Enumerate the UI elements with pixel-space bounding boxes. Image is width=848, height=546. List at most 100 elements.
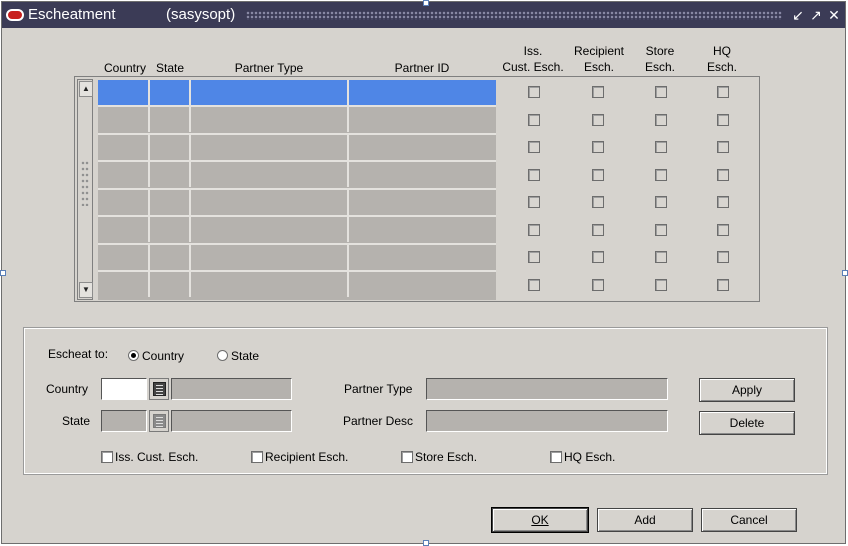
recipient-esch-checkbox[interactable] <box>251 451 263 463</box>
partner-desc-field[interactable] <box>426 410 668 432</box>
resize-handle-top[interactable] <box>423 0 429 6</box>
cell-country[interactable] <box>98 80 150 105</box>
delete-button[interactable]: Delete <box>699 411 795 435</box>
table-row[interactable] <box>98 217 496 242</box>
row-recipient-checkbox[interactable] <box>592 279 604 291</box>
radio-country[interactable] <box>128 350 139 361</box>
row-hq-checkbox[interactable] <box>717 114 729 126</box>
table-row[interactable] <box>98 80 496 105</box>
cell-country[interactable] <box>98 272 150 297</box>
cell-state[interactable] <box>150 162 191 187</box>
cell-partner-type[interactable] <box>191 245 349 270</box>
row-recipient-checkbox[interactable] <box>592 114 604 126</box>
cell-country[interactable] <box>98 107 150 132</box>
row-iss-checkbox[interactable] <box>528 251 540 263</box>
row-iss-checkbox[interactable] <box>528 141 540 153</box>
minimize-icon[interactable]: ↙ <box>790 6 806 24</box>
row-store-checkbox[interactable] <box>655 114 667 126</box>
table-row[interactable] <box>98 190 496 215</box>
row-iss-checkbox[interactable] <box>528 196 540 208</box>
list-of-values-icon <box>153 414 166 428</box>
cell-partner-type[interactable] <box>191 135 349 160</box>
cell-partner-type[interactable] <box>191 107 349 132</box>
country-code-field[interactable] <box>101 378 147 400</box>
table-row[interactable] <box>98 135 496 160</box>
table-row[interactable] <box>98 272 496 297</box>
cell-state[interactable] <box>150 190 191 215</box>
row-store-checkbox[interactable] <box>655 279 667 291</box>
cell-state[interactable] <box>150 217 191 242</box>
close-icon[interactable]: ✕ <box>826 6 842 24</box>
cell-partner-type[interactable] <box>191 80 349 105</box>
row-hq-checkbox[interactable] <box>717 196 729 208</box>
row-recipient-checkbox[interactable] <box>592 224 604 236</box>
row-store-checkbox[interactable] <box>655 196 667 208</box>
radio-country-label[interactable]: Country <box>142 349 184 363</box>
store-esch-checkbox[interactable] <box>401 451 413 463</box>
row-hq-checkbox[interactable] <box>717 251 729 263</box>
hq-esch-checkbox[interactable] <box>550 451 562 463</box>
row-hq-checkbox[interactable] <box>717 279 729 291</box>
row-hq-checkbox[interactable] <box>717 224 729 236</box>
cell-state[interactable] <box>150 245 191 270</box>
cell-state[interactable] <box>150 272 191 297</box>
ok-button[interactable]: OK <box>491 507 589 533</box>
scroll-up-icon[interactable]: ▲ <box>79 81 93 97</box>
radio-state-label[interactable]: State <box>231 349 259 363</box>
row-recipient-checkbox[interactable] <box>592 251 604 263</box>
row-recipient-checkbox[interactable] <box>592 196 604 208</box>
row-store-checkbox[interactable] <box>655 251 667 263</box>
row-store-checkbox[interactable] <box>655 169 667 181</box>
row-hq-checkbox[interactable] <box>717 141 729 153</box>
state-code-field[interactable] <box>101 410 147 432</box>
cell-partner-type[interactable] <box>191 272 349 297</box>
iss-cust-esch-label[interactable]: Iss. Cust. Esch. <box>115 450 198 464</box>
scroll-grip[interactable] <box>81 160 89 206</box>
add-button[interactable]: Add <box>597 508 693 532</box>
table-row[interactable] <box>98 107 496 132</box>
row-iss-checkbox[interactable] <box>528 224 540 236</box>
row-store-checkbox[interactable] <box>655 86 667 98</box>
cell-country[interactable] <box>98 190 150 215</box>
state-lov-button[interactable] <box>149 410 169 432</box>
resize-handle-bottom[interactable] <box>423 540 429 546</box>
resize-handle-left[interactable] <box>0 270 6 276</box>
resize-handle-right[interactable] <box>842 270 848 276</box>
cell-state[interactable] <box>150 80 191 105</box>
hq-esch-label[interactable]: HQ Esch. <box>564 450 615 464</box>
cell-country[interactable] <box>98 135 150 160</box>
country-lov-button[interactable] <box>149 378 169 400</box>
table-row[interactable] <box>98 245 496 270</box>
table-row[interactable] <box>98 162 496 187</box>
radio-state[interactable] <box>217 350 228 361</box>
row-iss-checkbox[interactable] <box>528 114 540 126</box>
cell-country[interactable] <box>98 162 150 187</box>
row-recipient-checkbox[interactable] <box>592 86 604 98</box>
cell-partner-type[interactable] <box>191 190 349 215</box>
row-store-checkbox[interactable] <box>655 224 667 236</box>
cell-country[interactable] <box>98 245 150 270</box>
row-recipient-checkbox[interactable] <box>592 141 604 153</box>
apply-button[interactable]: Apply <box>699 378 795 402</box>
cell-country[interactable] <box>98 217 150 242</box>
row-hq-checkbox[interactable] <box>717 86 729 98</box>
iss-cust-esch-checkbox[interactable] <box>101 451 113 463</box>
store-esch-label[interactable]: Store Esch. <box>415 450 477 464</box>
country-label: Country <box>46 382 89 396</box>
partner-type-field[interactable] <box>426 378 668 400</box>
row-iss-checkbox[interactable] <box>528 169 540 181</box>
recipient-esch-label[interactable]: Recipient Esch. <box>265 450 348 464</box>
cell-state[interactable] <box>150 135 191 160</box>
row-recipient-checkbox[interactable] <box>592 169 604 181</box>
row-iss-checkbox[interactable] <box>528 279 540 291</box>
cell-partner-type[interactable] <box>191 162 349 187</box>
maximize-icon[interactable]: ↗ <box>808 6 824 24</box>
row-iss-checkbox[interactable] <box>528 86 540 98</box>
row-hq-checkbox[interactable] <box>717 169 729 181</box>
cell-state[interactable] <box>150 107 191 132</box>
cell-partner-type[interactable] <box>191 217 349 242</box>
row-store-checkbox[interactable] <box>655 141 667 153</box>
table-scrollbar[interactable]: ▲ ▼ <box>77 79 93 300</box>
scroll-down-icon[interactable]: ▼ <box>79 282 93 298</box>
cancel-button[interactable]: Cancel <box>701 508 797 532</box>
